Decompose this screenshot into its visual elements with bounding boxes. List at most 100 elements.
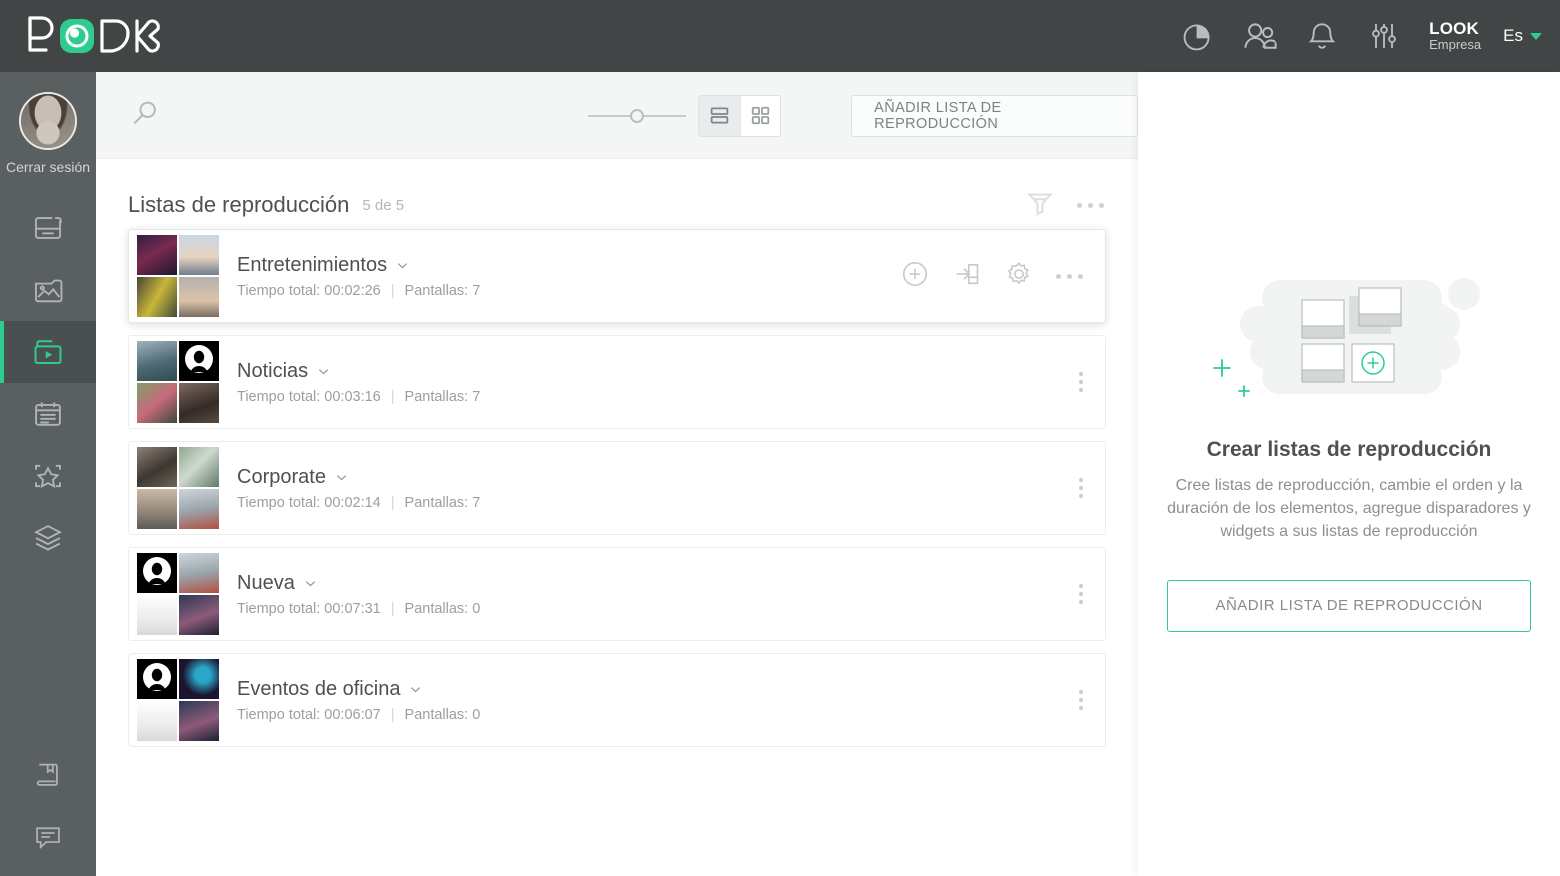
row-more-menu[interactable] (1079, 584, 1083, 604)
thumbnail (137, 489, 177, 529)
thumbnail (179, 235, 219, 275)
grid-view-button[interactable] (739, 95, 781, 136)
list-more-menu[interactable] (1077, 202, 1104, 208)
thumbnail-size-slider[interactable] (588, 105, 686, 127)
playlist-info: Noticias Tiempo total: 00:03:16 | Pantal… (237, 360, 480, 405)
look-logo[interactable] (22, 13, 172, 59)
playlist-screens: Pantallas: 7 (404, 282, 481, 299)
row-more-menu[interactable] (1079, 478, 1083, 498)
thumbnail (137, 553, 177, 593)
playlist-screens: Pantallas: 0 (404, 706, 481, 723)
table-row[interactable]: Nueva Tiempo total: 00:07:31 | Pantallas… (128, 547, 1106, 641)
panel-title: Crear listas de reproducción (1206, 438, 1492, 461)
thumbnail (179, 447, 219, 487)
list-view-button[interactable] (699, 95, 740, 136)
add-playlist-button[interactable]: AÑADIR LISTA DE REPRODUCCIÓN (851, 94, 1138, 137)
playlist-duration: Tiempo total: 00:02:14 (237, 494, 381, 511)
thumbnail (179, 383, 219, 423)
playlist-name: Entretenimientos (237, 253, 388, 276)
playlist-name: Corporate (237, 465, 326, 488)
meta-separator: | (390, 494, 395, 511)
playlist-info: Nueva Tiempo total: 00:07:31 | Pantallas… (237, 572, 480, 617)
user-block: Cerrar sesión (0, 72, 96, 175)
playlist-duration: Tiempo total: 00:06:07 (237, 706, 381, 723)
row-actions (1079, 690, 1105, 710)
thumbnail (179, 701, 219, 741)
playlist-thumbnails (137, 447, 219, 529)
sidebar-item-layouts[interactable] (0, 507, 96, 569)
meta-separator: | (390, 706, 395, 723)
row-more-menu[interactable] (1079, 372, 1083, 392)
chevron-down-icon[interactable] (335, 471, 348, 484)
sidebar: Cerrar sesión (0, 72, 96, 876)
playlist-name: Nueva (237, 571, 295, 594)
brand-name: LOOK (1429, 18, 1480, 38)
thumbnail (137, 341, 177, 381)
page-title: Listas de reproducción (128, 192, 350, 217)
sidebar-item-playlists[interactable] (0, 321, 96, 383)
thumbnail (137, 447, 177, 487)
sidebar-item-screens[interactable] (0, 197, 96, 259)
playlist-list: Entretenimientos Tiempo total: 00:02:26 … (96, 225, 1138, 747)
assign-to-screen-icon[interactable] (952, 259, 982, 294)
playlist-thumbnails (137, 235, 219, 317)
playlist-screens: Pantallas: 7 (404, 388, 481, 405)
sidebar-item-apps[interactable] (0, 445, 96, 507)
thumbnail (137, 383, 177, 423)
chevron-down-icon[interactable] (396, 259, 409, 272)
search-icon[interactable] (129, 97, 161, 134)
top-bar: LOOK Empresa Es (0, 0, 1560, 72)
playlist-duration: Tiempo total: 00:07:31 (237, 600, 381, 617)
sliders-icon[interactable] (1353, 0, 1415, 72)
chevron-down-icon[interactable] (317, 365, 330, 378)
users-icon[interactable] (1229, 0, 1291, 72)
pie-chart-icon[interactable] (1167, 0, 1229, 72)
thumbnail (179, 553, 219, 593)
table-row[interactable]: Eventos de oficina Tiempo total: 00:06:0… (128, 653, 1106, 747)
gear-icon[interactable] (1004, 259, 1034, 294)
header-actions: LOOK Empresa Es (1167, 0, 1560, 72)
row-more-menu[interactable] (1056, 273, 1083, 279)
playlist-thumbnails (137, 659, 219, 741)
slider-knob[interactable] (630, 108, 644, 123)
meta-separator: | (390, 388, 395, 405)
language-selector[interactable]: Es (1503, 26, 1542, 46)
table-row[interactable]: Noticias Tiempo total: 00:03:16 | Pantal… (128, 335, 1106, 429)
sidebar-item-media[interactable] (0, 259, 96, 321)
playlist-thumbnails (137, 341, 219, 423)
empty-state-panel: Crear listas de reproducción Cree listas… (1138, 72, 1560, 876)
row-actions (1079, 372, 1105, 392)
brand-subtitle: Empresa (1429, 37, 1482, 53)
row-more-menu[interactable] (1079, 690, 1083, 710)
playlist-duration: Tiempo total: 00:03:16 (237, 388, 381, 405)
plus-circle-icon[interactable] (900, 259, 930, 294)
playlist-screens: Pantallas: 7 (404, 494, 481, 511)
list-header: Listas de reproducción 5 de 5 (96, 159, 1138, 225)
thumbnail (137, 701, 177, 741)
meta-separator: | (390, 282, 395, 299)
panel-add-playlist-button[interactable]: AÑADIR LISTA DE REPRODUCCIÓN (1167, 579, 1531, 632)
list-header-actions (1025, 188, 1104, 223)
row-actions (1079, 584, 1105, 604)
playlist-screens: Pantallas: 0 (404, 600, 481, 617)
thumbnail (179, 659, 219, 699)
thumbnail (179, 489, 219, 529)
avatar[interactable] (19, 92, 77, 150)
row-actions (900, 259, 1105, 294)
filter-icon[interactable] (1025, 188, 1055, 223)
logout-link[interactable]: Cerrar sesión (6, 159, 90, 175)
bell-icon[interactable] (1291, 0, 1353, 72)
brand-block[interactable]: LOOK Empresa (1429, 19, 1481, 53)
sidebar-item-manual[interactable] (0, 744, 96, 806)
main-content: AÑADIR LISTA DE REPRODUCCIÓN Listas de r… (96, 72, 1138, 876)
sidebar-item-schedule[interactable] (0, 383, 96, 445)
language-label: Es (1503, 26, 1523, 45)
sidebar-item-support[interactable] (0, 806, 96, 868)
playlist-duration: Tiempo total: 00:02:26 (237, 282, 381, 299)
table-row[interactable]: Entretenimientos Tiempo total: 00:02:26 … (128, 229, 1106, 323)
thumbnail (179, 595, 219, 635)
sidebar-bottom-nav (0, 744, 96, 868)
chevron-down-icon[interactable] (304, 577, 317, 590)
table-row[interactable]: Corporate Tiempo total: 00:02:14 | Panta… (128, 441, 1106, 535)
chevron-down-icon[interactable] (409, 683, 422, 696)
